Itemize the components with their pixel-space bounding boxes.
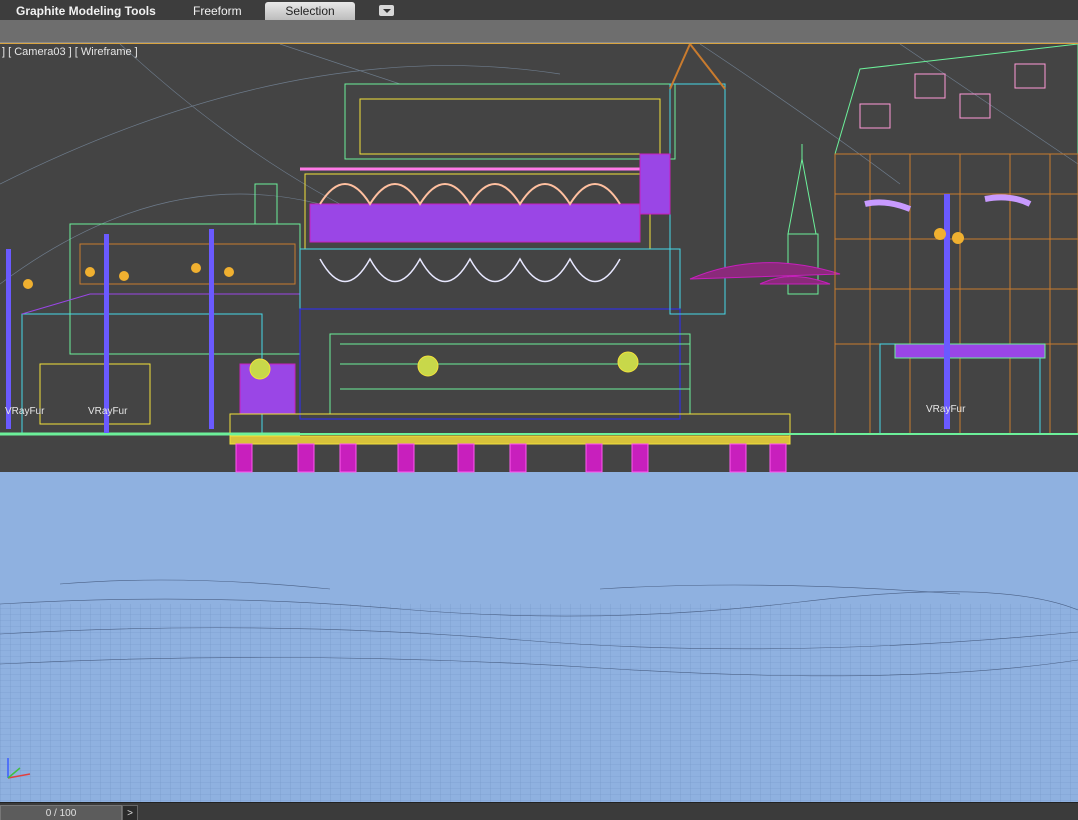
- vrayfur-label: VRayFur: [926, 404, 966, 415]
- ocean-mesh: [0, 604, 1078, 802]
- tab-selection[interactable]: Selection: [265, 2, 355, 20]
- main-building: [249, 44, 726, 420]
- ribbon-panel: [0, 20, 1078, 43]
- wireframe-scene: VRayFur VRayFur VRayFur: [0, 44, 1078, 802]
- left-building: [0, 183, 301, 436]
- next-frame-button[interactable]: >: [122, 805, 138, 820]
- ribbon-dropdown-button[interactable]: [379, 5, 394, 16]
- viewport-shading-label[interactable]: Wireframe: [81, 46, 132, 58]
- axis-tripod-icon: [7, 758, 31, 779]
- vrayfur-label: VRayFur: [5, 406, 45, 417]
- viewport-label: ] [ Camera03 ] [ Wireframe ]: [2, 46, 138, 58]
- camera-viewport[interactable]: ] [ Camera03 ] [ Wireframe ] VRayFur VRa…: [0, 43, 1078, 802]
- vrayfur-label: VRayFur: [88, 406, 128, 417]
- viewport-camera-label[interactable]: Camera03: [14, 46, 65, 58]
- time-slider-handle[interactable]: 0 / 100: [0, 805, 122, 820]
- sky-guide-lines: [0, 44, 1078, 285]
- tab-graphite-modeling-tools[interactable]: Graphite Modeling Tools: [16, 2, 156, 20]
- pier-deck: [229, 413, 791, 473]
- ribbon-tab-bar: Graphite Modeling Tools Freeform Selecti…: [0, 0, 1078, 20]
- time-slider-bar: 0 / 100 >: [0, 802, 1078, 820]
- tab-freeform[interactable]: Freeform: [193, 2, 242, 20]
